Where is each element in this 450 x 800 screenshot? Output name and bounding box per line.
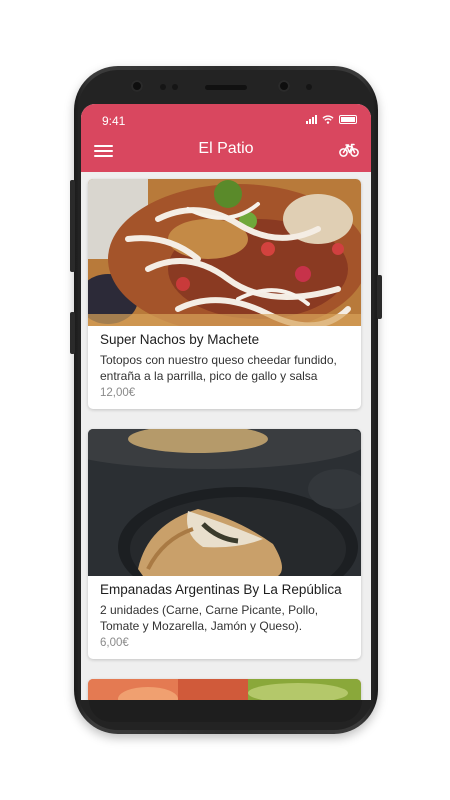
- product-list: Super Nachos by Machete Totopos con nues…: [81, 172, 371, 700]
- app-bar: 9:41 El Patio: [81, 104, 371, 172]
- product-title: Empanadas Argentinas By La República: [100, 582, 342, 597]
- sensor-dot: [160, 84, 166, 90]
- product-image-empanadas: [88, 429, 361, 576]
- product-card[interactable]: Super Nachos by Machete Totopos con nues…: [88, 179, 361, 409]
- app-screen: 9:41 El Patio Super Nachos by Machete To…: [81, 104, 371, 700]
- iris-camera-icon: [278, 80, 290, 92]
- wifi-icon: [322, 115, 334, 124]
- product-description: Totopos con nuestro queso cheedar fundid…: [100, 353, 337, 383]
- sensor-dot: [172, 84, 178, 90]
- sensor-dot: [306, 84, 312, 90]
- product-price: 6,00€: [100, 637, 129, 649]
- status-icons: [306, 115, 357, 124]
- product-description: 2 unidades (Carne, Carne Picante, Pollo,…: [100, 603, 319, 633]
- phone-bottom-chin: [89, 700, 362, 722]
- product-title: Super Nachos by Machete: [100, 332, 260, 347]
- bicycle-icon[interactable]: [339, 142, 359, 158]
- product-card[interactable]: Empanadas Argentinas By La República 2 u…: [88, 429, 361, 659]
- product-image-nachos: [88, 179, 361, 326]
- phone-bixby-button: [70, 312, 75, 354]
- product-card-body: Empanadas Argentinas By La República 2 u…: [88, 576, 361, 659]
- earpiece-speaker: [205, 85, 247, 90]
- signal-icon: [306, 115, 317, 124]
- product-card-body: Super Nachos by Machete Totopos con nues…: [88, 326, 361, 409]
- phone-power-button: [377, 275, 382, 319]
- product-price: 12,00€: [100, 387, 136, 399]
- front-camera-icon: [131, 80, 143, 92]
- product-image-partial: [88, 679, 361, 700]
- page-title: El Patio: [198, 140, 254, 157]
- status-time: 9:41: [102, 114, 126, 128]
- phone-volume-button: [70, 180, 75, 272]
- battery-icon: [339, 115, 357, 124]
- product-card[interactable]: [88, 679, 361, 700]
